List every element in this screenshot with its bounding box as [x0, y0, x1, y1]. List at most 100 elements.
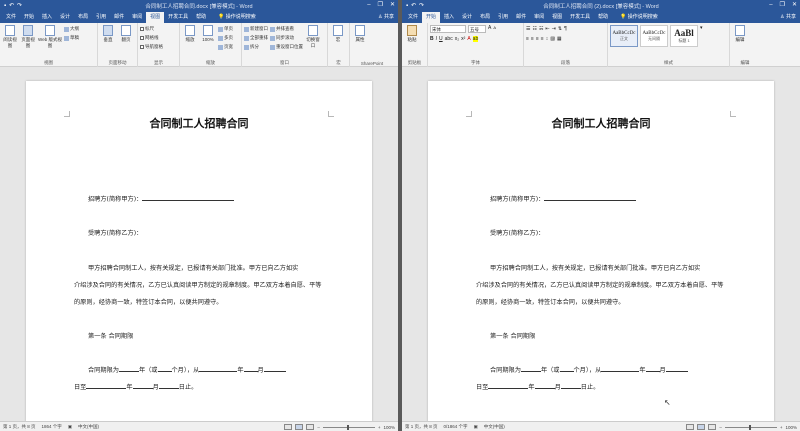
- language-status[interactable]: 中文(中国): [78, 424, 99, 430]
- decrease-indent-icon[interactable]: ⇤: [545, 26, 549, 32]
- show-marks-icon[interactable]: ¶: [564, 26, 567, 32]
- print-layout-status-button[interactable]: [697, 424, 706, 430]
- document-area[interactable]: 合同制工人招聘合同 招聘方(简称甲方)： 受聘方(简称乙方)： 甲方招聘合同制工…: [0, 67, 398, 426]
- nav-pane-checkbox[interactable]: 导航窗格: [140, 43, 163, 51]
- word-count[interactable]: 1864 个字: [42, 424, 62, 430]
- tab-view[interactable]: 视图: [548, 12, 566, 23]
- bullets-icon[interactable]: ☰: [526, 26, 530, 32]
- share-button[interactable]: ♙ 共享: [378, 11, 394, 23]
- tab-help[interactable]: 帮助: [192, 12, 210, 23]
- share-button[interactable]: ♙ 共享: [780, 11, 796, 23]
- ruler-checkbox[interactable]: 标尺: [140, 25, 163, 33]
- tell-me-search[interactable]: 💡 操作说明搜索: [612, 12, 658, 23]
- line-spacing-icon[interactable]: ↕: [546, 36, 549, 42]
- outline-button[interactable]: 大纲: [64, 25, 79, 33]
- underline-button[interactable]: U: [439, 36, 443, 42]
- minimize-button[interactable]: –: [769, 0, 772, 11]
- tell-me-search[interactable]: 💡 操作说明搜索: [210, 12, 256, 23]
- close-button[interactable]: ✕: [792, 0, 797, 11]
- zoom-level[interactable]: 100%: [785, 425, 797, 430]
- align-left-icon[interactable]: ≡: [526, 36, 529, 42]
- zoom-level[interactable]: 100%: [383, 425, 395, 430]
- tab-layout[interactable]: 布局: [476, 12, 494, 23]
- strikethrough-icon[interactable]: abc: [445, 36, 453, 42]
- tab-mailings[interactable]: 邮件: [110, 12, 128, 23]
- tab-home[interactable]: 开始: [20, 12, 38, 23]
- close-button[interactable]: ✕: [390, 0, 395, 11]
- restore-button[interactable]: ❐: [780, 0, 785, 11]
- multilevel-list-icon[interactable]: ☵: [539, 26, 543, 32]
- superscript-icon[interactable]: x²: [461, 36, 465, 42]
- language-status[interactable]: 中文(中国): [484, 424, 505, 430]
- arrange-all-button[interactable]: 全部重排: [244, 34, 268, 42]
- shrink-font-icon[interactable]: A: [493, 25, 496, 33]
- grow-font-icon[interactable]: A: [488, 25, 491, 33]
- zoom-slider[interactable]: [322, 424, 375, 430]
- page-count[interactable]: 第 1 页，共 8 页: [405, 424, 438, 430]
- tab-developer[interactable]: 开发工具: [164, 12, 192, 23]
- tab-review[interactable]: 审阅: [530, 12, 548, 23]
- italic-button[interactable]: I: [436, 36, 437, 42]
- tab-design[interactable]: 设计: [56, 12, 74, 23]
- sync-scroll-button[interactable]: 同步滚动: [270, 34, 303, 42]
- reset-position-button[interactable]: 重设窗口位置: [270, 43, 303, 51]
- zoom-in-button[interactable]: +: [780, 425, 783, 430]
- tab-home[interactable]: 开始: [422, 12, 441, 23]
- tab-view[interactable]: 视图: [146, 12, 165, 23]
- tab-developer[interactable]: 开发工具: [566, 12, 594, 23]
- tab-mailings[interactable]: 邮件: [512, 12, 530, 23]
- bold-button[interactable]: B: [430, 36, 434, 42]
- zoom-out-button[interactable]: –: [719, 425, 722, 430]
- font-color-icon[interactable]: A: [467, 36, 470, 42]
- tab-references[interactable]: 引用: [494, 12, 512, 23]
- web-layout-status-button[interactable]: [708, 424, 717, 430]
- justify-icon[interactable]: ≡: [541, 36, 544, 42]
- restore-button[interactable]: ❐: [378, 0, 383, 11]
- web-layout-status-button[interactable]: [306, 424, 315, 430]
- numbering-icon[interactable]: ☷: [532, 26, 536, 32]
- document-area[interactable]: 合同制工人招聘合同 招聘方(简称甲方)： 受聘方(简称乙方)： 甲方招聘合同制工…: [402, 67, 800, 426]
- new-window-button[interactable]: 新建窗口: [244, 25, 268, 33]
- print-layout-status-button[interactable]: [295, 424, 304, 430]
- sort-icon[interactable]: ⇅: [558, 26, 562, 32]
- shading-icon[interactable]: ▨: [550, 36, 555, 42]
- document-page[interactable]: 合同制工人招聘合同 招聘方(简称甲方)： 受聘方(简称乙方)： 甲方招聘合同制工…: [428, 81, 774, 426]
- style-heading-1[interactable]: AaBl 标题 1: [670, 25, 698, 47]
- tab-layout[interactable]: 布局: [74, 12, 92, 23]
- zoom-out-button[interactable]: –: [317, 425, 320, 430]
- zoom-in-button[interactable]: +: [378, 425, 381, 430]
- highlight-icon[interactable]: ab: [472, 36, 479, 42]
- tab-help[interactable]: 帮助: [594, 12, 612, 23]
- align-center-icon[interactable]: ≡: [531, 36, 534, 42]
- page-count[interactable]: 第 1 页，共 8 页: [3, 424, 36, 430]
- font-size-select[interactable]: 五号: [468, 25, 486, 33]
- read-mode-status-button[interactable]: [686, 424, 695, 430]
- split-button[interactable]: 拆分: [244, 43, 268, 51]
- proofing-icon[interactable]: ▣: [68, 424, 72, 430]
- draft-button[interactable]: 草稿: [64, 34, 79, 42]
- style-normal[interactable]: AaBbCcDc 正文: [610, 25, 638, 47]
- side-by-side-button[interactable]: 并排查看: [270, 25, 303, 33]
- word-count[interactable]: 0/1864 个字: [444, 424, 468, 430]
- tab-design[interactable]: 设计: [458, 12, 476, 23]
- increase-indent-icon[interactable]: ⇥: [552, 26, 556, 32]
- proofing-icon[interactable]: ▣: [474, 424, 478, 430]
- borders-icon[interactable]: ▦: [557, 36, 562, 42]
- tab-file[interactable]: 文件: [404, 12, 422, 23]
- multi-page-button[interactable]: 多页: [218, 34, 233, 42]
- style-no-spacing[interactable]: AaBbCcDc 无间隔: [640, 25, 668, 47]
- read-mode-status-button[interactable]: [284, 424, 293, 430]
- gridlines-checkbox[interactable]: 网格线: [140, 34, 163, 42]
- one-page-button[interactable]: 单页: [218, 25, 233, 33]
- align-right-icon[interactable]: ≡: [536, 36, 539, 42]
- tab-file[interactable]: 文件: [2, 12, 20, 23]
- minimize-button[interactable]: –: [367, 0, 370, 11]
- page-width-button[interactable]: 页宽: [218, 43, 233, 51]
- tab-references[interactable]: 引用: [92, 12, 110, 23]
- tab-insert[interactable]: 插入: [440, 12, 458, 23]
- font-name-select[interactable]: 宋体: [430, 25, 466, 33]
- tab-review[interactable]: 审阅: [128, 12, 146, 23]
- document-page[interactable]: 合同制工人招聘合同 招聘方(简称甲方)： 受聘方(简称乙方)： 甲方招聘合同制工…: [26, 81, 372, 426]
- zoom-slider[interactable]: [724, 424, 777, 430]
- subscript-icon[interactable]: x₂: [455, 36, 459, 42]
